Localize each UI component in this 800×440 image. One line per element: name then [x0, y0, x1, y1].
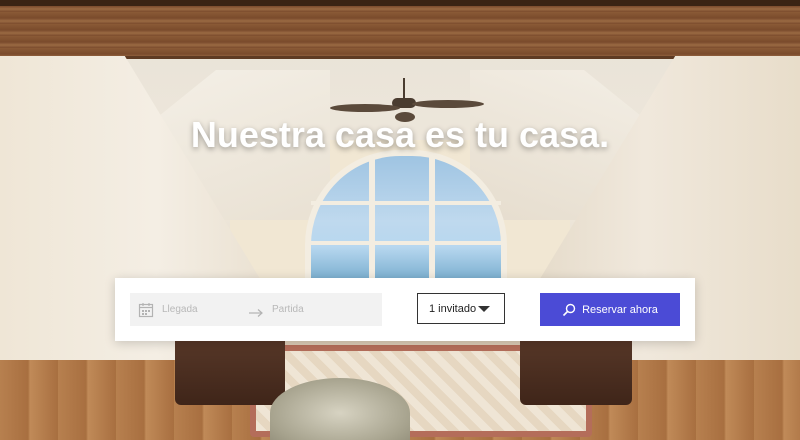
reserve-now-button[interactable]: Reservar ahora [540, 293, 680, 326]
armchair-right [520, 330, 632, 405]
calendar-icon [138, 302, 154, 318]
hero-background-photo [0, 0, 800, 440]
guests-dropdown[interactable]: 1 invitado [417, 293, 505, 324]
arrow-right-icon [248, 305, 264, 317]
booking-bar: Llegada Partida 1 invitado Reservar ahor… [115, 278, 695, 341]
ceiling [0, 0, 800, 59]
armchair-left [175, 330, 285, 405]
guests-value: 1 invitado [429, 302, 477, 315]
search-icon [562, 303, 576, 317]
checkout-field[interactable]: Partida [272, 304, 352, 315]
reserve-button-label: Reservar ahora [582, 303, 658, 316]
checkin-field[interactable]: Llegada [162, 304, 242, 315]
caret-down-icon [478, 306, 490, 312]
date-range-picker[interactable]: Llegada Partida [130, 293, 382, 326]
floor-cushion [270, 378, 410, 440]
hero-headline: Nuestra casa es tu casa. [190, 114, 610, 155]
